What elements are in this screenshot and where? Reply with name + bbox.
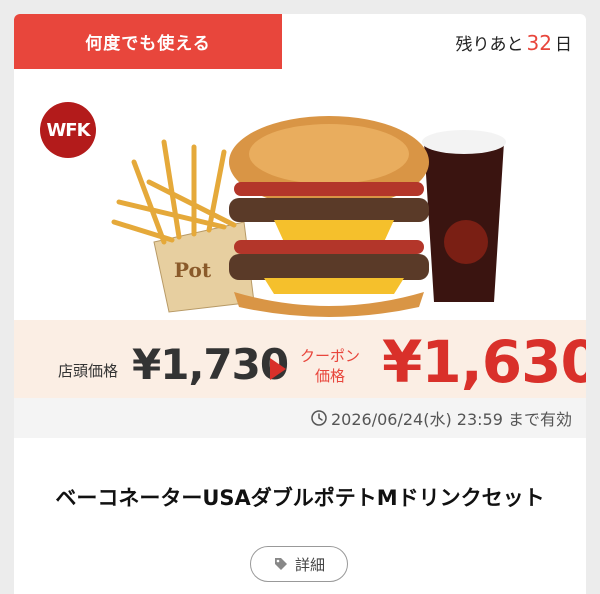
coupon-price-label: クーポン価格 <box>300 347 361 385</box>
svg-text:Pot: Pot <box>174 258 212 282</box>
detail-button-label: 詳細 <box>294 555 325 574</box>
coupon-price: ¥1,630 <box>382 328 586 396</box>
product-title: ベーコネーターUSAダブルポテトMドリンクセット <box>55 486 545 510</box>
reusable-badge-label: 何度でも使える <box>85 34 211 54</box>
expiry-info: 2026/06/24(水) 23:59 まで有効 <box>311 406 572 430</box>
reusable-badge: 何度でも使える <box>14 14 282 69</box>
brand-logo-text: WFK <box>46 119 90 141</box>
store-price: ¥1,730 <box>132 340 289 389</box>
tag-icon <box>274 558 287 570</box>
days-remaining: 残りあと 32 日 <box>456 30 572 55</box>
days-remaining-prefix: 残りあと <box>455 35 524 55</box>
burger-set-image: Pot <box>111 116 506 317</box>
detail-button[interactable]: 詳細 <box>250 546 348 582</box>
burger-icon <box>229 116 429 317</box>
coupon-card[interactable]: 何度でも使える 残りあと 32 日 WFK Pot 店頭価格 ¥1,730 クー… <box>14 14 586 594</box>
days-remaining-count: 32 <box>526 31 552 55</box>
arrow-right-icon <box>270 358 286 380</box>
days-remaining-suffix: 日 <box>555 35 572 55</box>
brand-logo: WFK <box>40 102 96 158</box>
clock-icon <box>311 410 327 426</box>
drink-icon <box>422 130 506 302</box>
expiry-text: 2026/06/24(水) 23:59 まで有効 <box>331 410 572 429</box>
store-price-label: 店頭価格 <box>58 362 119 380</box>
